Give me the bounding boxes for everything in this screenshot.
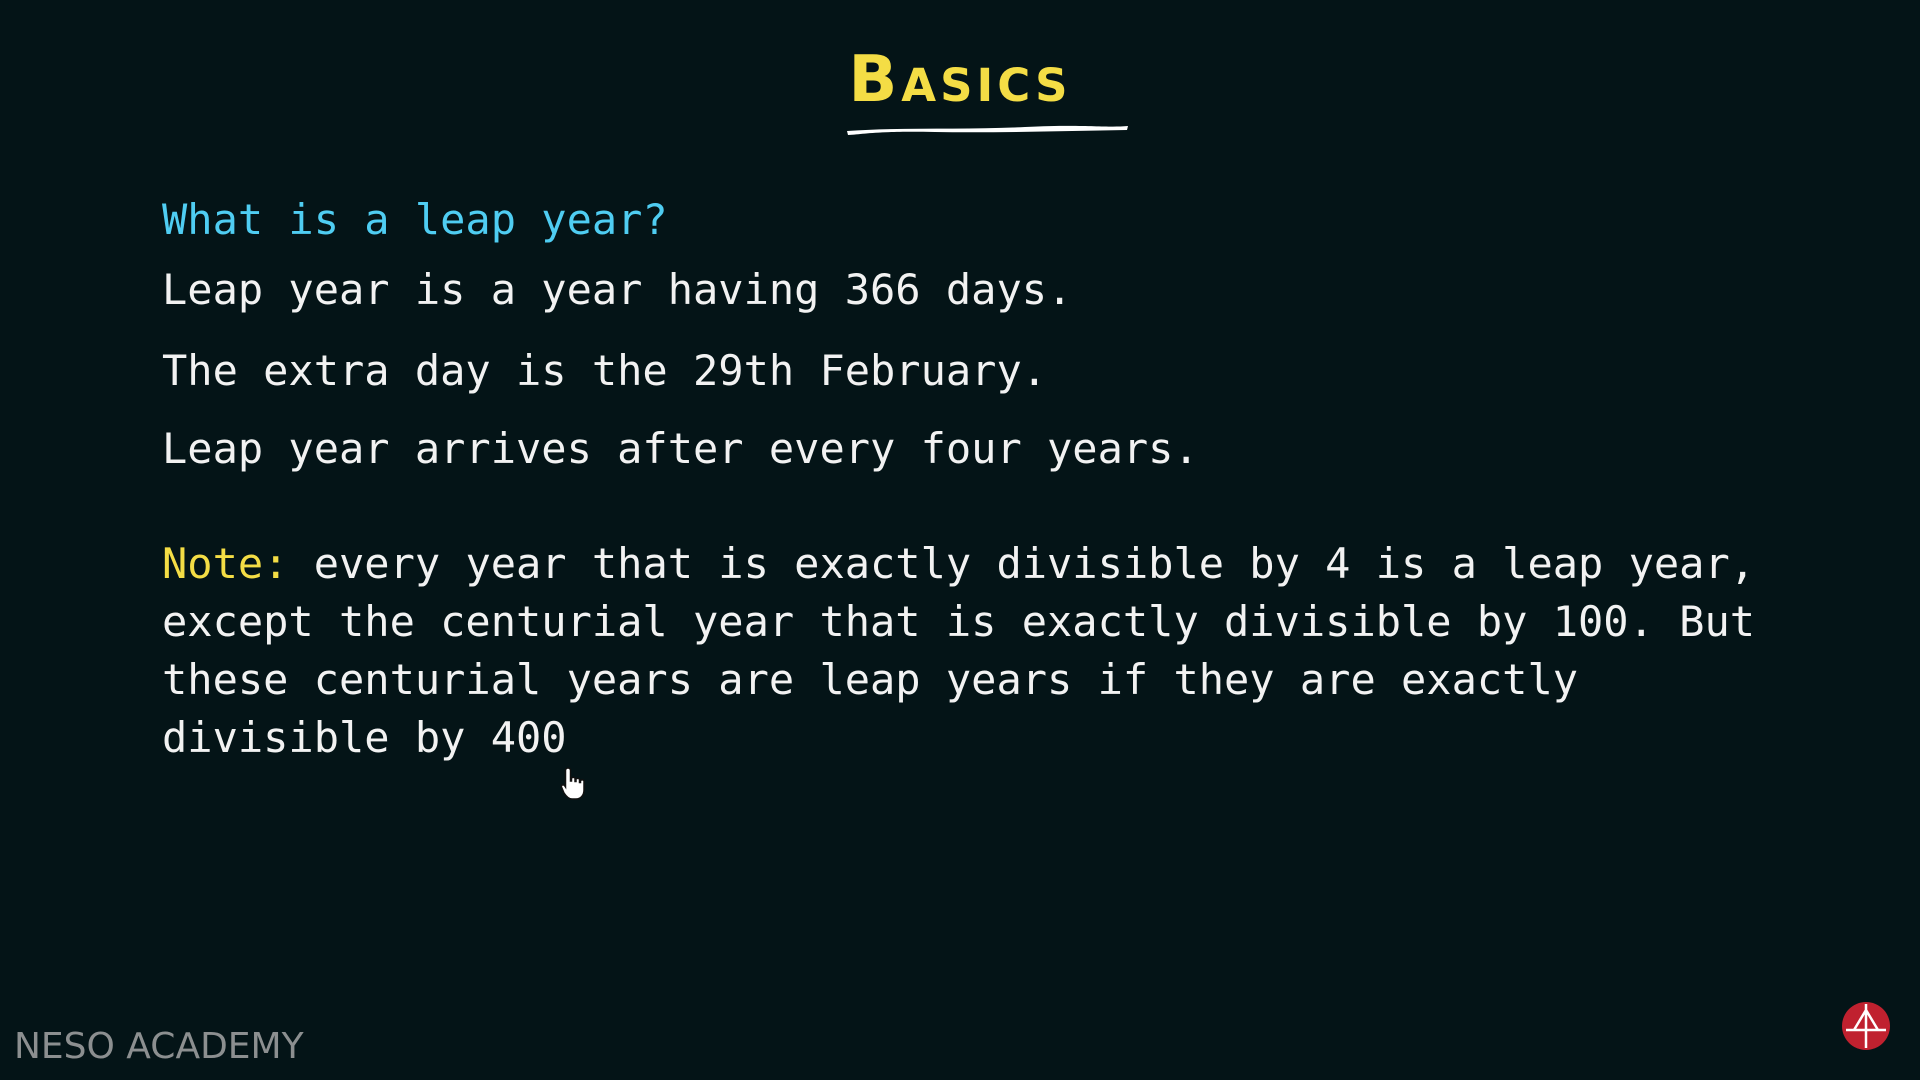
fact-line-2: The extra day is the 29th February. — [162, 346, 1048, 395]
neso-logo-icon — [1842, 1002, 1890, 1050]
note-paragraph: Note: every year that is exactly divisib… — [162, 535, 1822, 767]
fact-line-1: Leap year is a year having 366 days. — [162, 265, 1073, 314]
note-text: every year that is exactly divisible by … — [162, 539, 1781, 762]
slide-title: Basics — [848, 43, 1072, 117]
lesson-slide: Basics What is a leap year? Leap year is… — [0, 0, 1920, 1080]
question-heading: What is a leap year? — [162, 195, 668, 244]
title-underline — [847, 125, 1128, 135]
note-label: Note: — [162, 539, 289, 588]
fact-line-3: Leap year arrives after every four years… — [162, 424, 1199, 473]
hand-pointer-icon — [560, 767, 585, 800]
brand-watermark: NESO ACADEMY — [14, 1026, 304, 1067]
